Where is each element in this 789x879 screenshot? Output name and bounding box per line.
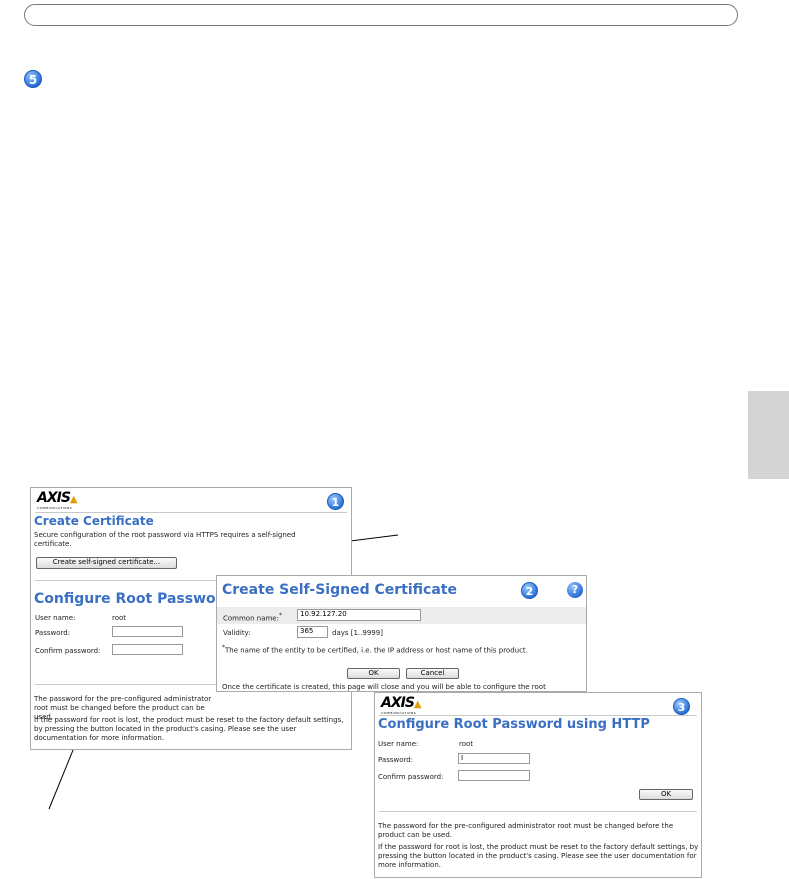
- password-note: The password for the pre-configured admi…: [378, 822, 674, 839]
- create-certificate-title: Create Certificate: [34, 514, 154, 528]
- confirm-password-input[interactable]: [458, 770, 530, 781]
- confirm-password-label: Confirm password:: [35, 647, 101, 655]
- common-name-label: Common name:*: [223, 612, 282, 623]
- cancel-button[interactable]: Cancel: [406, 668, 459, 679]
- ok-button[interactable]: OK: [639, 789, 693, 800]
- user-name-label: User name:: [35, 614, 76, 622]
- lost-password-note: If the password for root is lost, the pr…: [378, 843, 699, 869]
- common-name-input[interactable]: 10.92.127.20: [297, 609, 421, 621]
- password-input[interactable]: I: [458, 753, 530, 764]
- after-create-note: Once the certificate is created, this pa…: [222, 683, 546, 691]
- user-name-value: root: [112, 614, 127, 622]
- user-name-value: root: [459, 740, 474, 748]
- user-name-label: User name:: [378, 740, 419, 748]
- password-label: Password:: [378, 756, 414, 764]
- step-badge-1: 1: [327, 493, 344, 510]
- create-self-signed-certificate-button[interactable]: Create self-signed certificate...: [36, 557, 177, 569]
- axis-logo: AXIS▲ COMMUNICATIONS: [37, 490, 78, 510]
- validity-label: Validity:: [223, 629, 251, 637]
- self-signed-certificate-title: Create Self-Signed Certificate: [222, 582, 457, 598]
- axis-logo: AXIS▲ COMMUNICATIONS: [381, 695, 422, 715]
- confirm-password-label: Confirm password:: [378, 773, 444, 781]
- step-badge-3: 3: [673, 698, 690, 715]
- configure-root-password-http-title: Configure Root Password using HTTP: [378, 717, 650, 732]
- configure-root-password-http-window: AXIS▲ COMMUNICATIONS 3 Configure Root Pa…: [374, 692, 702, 878]
- axis-triangle-icon: ▲: [69, 494, 78, 505]
- axis-triangle-icon: ▲: [413, 699, 422, 710]
- confirm-password-input[interactable]: [112, 644, 183, 655]
- self-signed-certificate-window: Create Self-Signed Certificate 2 ? Commo…: [216, 575, 587, 692]
- header-divider: [379, 715, 697, 716]
- validity-unit: days [1..9999]: [332, 629, 383, 637]
- configure-root-password-title: Configure Root Password: [34, 591, 233, 607]
- password-input[interactable]: [112, 626, 183, 637]
- certificate-description: Secure configuration of the root passwor…: [34, 531, 296, 548]
- help-icon[interactable]: ?: [567, 582, 583, 598]
- ok-button[interactable]: OK: [347, 668, 400, 679]
- divider: [379, 811, 697, 812]
- common-name-footnote: *The name of the entity to be certified,…: [222, 644, 528, 655]
- lost-password-note: If the password for root is lost, the pr…: [34, 716, 344, 742]
- header-divider: [35, 512, 347, 513]
- password-label: Password:: [35, 629, 71, 637]
- step-badge-2: 2: [521, 582, 538, 599]
- validity-input[interactable]: 365: [297, 626, 328, 638]
